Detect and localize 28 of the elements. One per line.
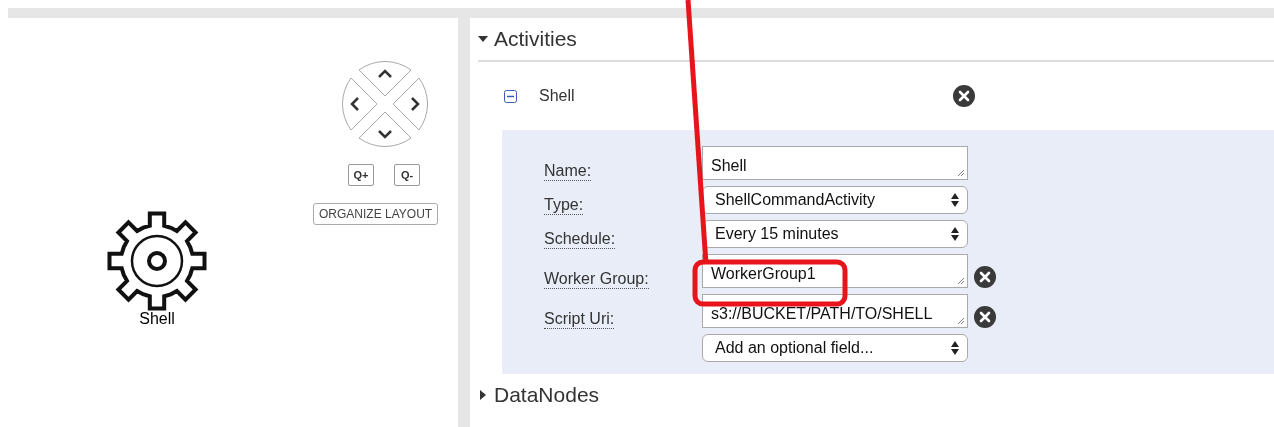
close-icon[interactable] xyxy=(953,85,975,107)
resize-grip-icon[interactable] xyxy=(957,277,965,285)
remove-icon[interactable] xyxy=(974,306,996,328)
zoom-in-button[interactable]: Q+ xyxy=(348,164,374,186)
field-label: Schedule: xyxy=(544,230,616,249)
select-field[interactable]: Add an optional field... xyxy=(702,334,968,362)
text-field[interactable]: Shell xyxy=(702,146,968,180)
section-header[interactable]: DataNodes xyxy=(478,384,1274,406)
disclosure-icon xyxy=(478,390,488,400)
select-field[interactable]: ShellCommandActivity xyxy=(702,186,968,214)
field-label: Name: xyxy=(544,162,592,181)
disclosure-icon xyxy=(478,34,488,44)
node-label: Shell xyxy=(139,310,175,328)
resize-grip-icon[interactable] xyxy=(957,169,965,177)
updown-icon xyxy=(951,341,959,355)
resize-grip-icon[interactable] xyxy=(957,317,965,325)
updown-icon xyxy=(951,193,959,207)
section-header[interactable]: Activities xyxy=(478,18,1274,62)
text-field[interactable]: s3://BUCKET/PATH/TO/SHELL xyxy=(702,294,968,328)
field-label: Script Uri: xyxy=(544,310,615,329)
field-label: Worker Group: xyxy=(544,270,649,289)
collapse-icon[interactable] xyxy=(504,89,517,103)
activity-name: Shell xyxy=(539,87,576,105)
remove-icon[interactable] xyxy=(974,266,996,288)
updown-icon xyxy=(951,227,959,241)
field-label: Type: xyxy=(544,196,584,215)
organize-layout-button[interactable]: ORGANIZE LAYOUT xyxy=(313,203,439,225)
zoom-out-button[interactable]: Q- xyxy=(394,164,420,186)
